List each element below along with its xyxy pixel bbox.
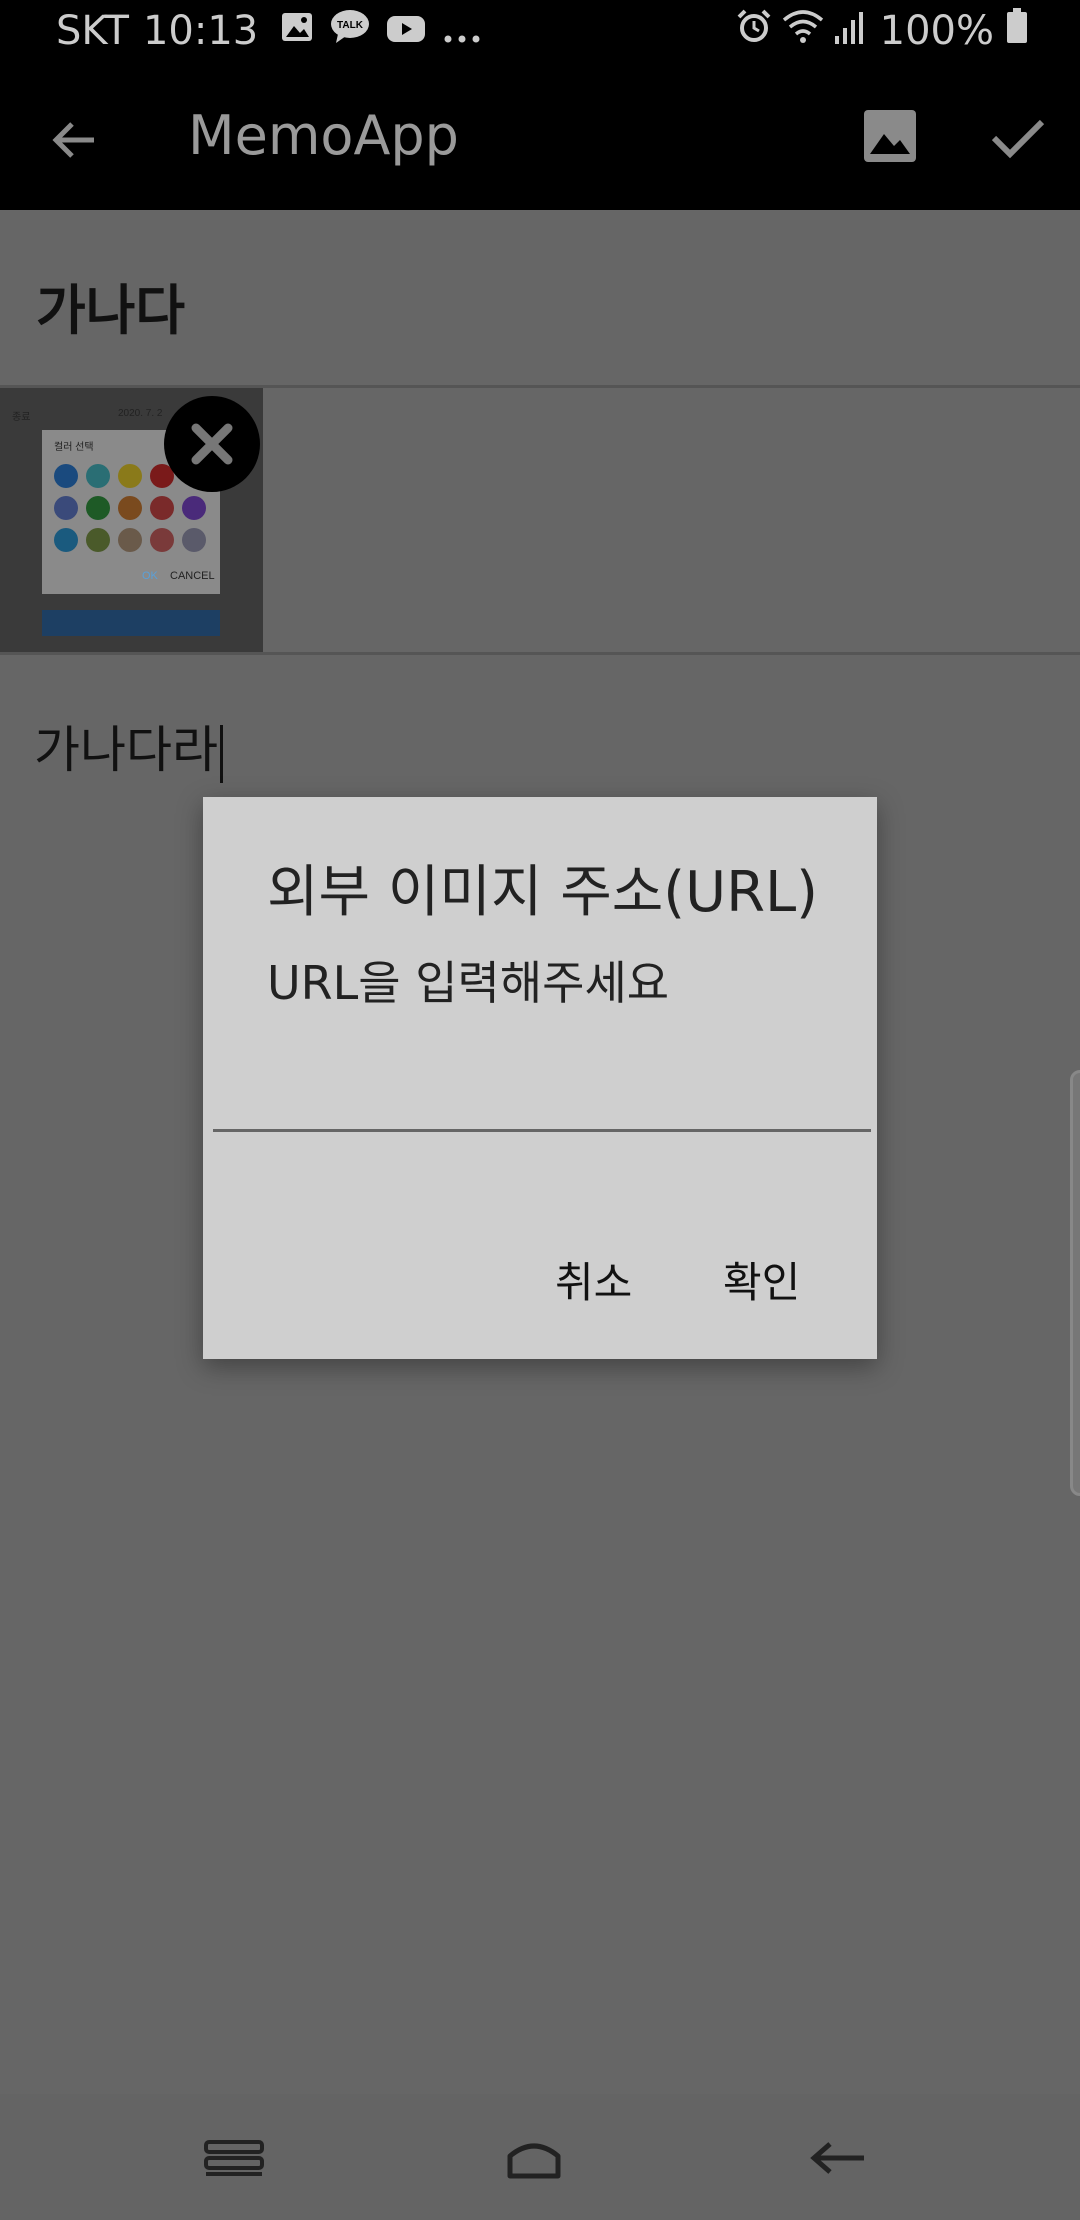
swatch — [182, 496, 206, 520]
memo-body-text: 가나다라 — [34, 721, 218, 779]
url-dialog: 외부 이미지 주소(URL) URL을 입력해주세요 취소 확인 — [203, 797, 877, 1359]
remove-attachment-button[interactable] — [164, 396, 260, 492]
signal-icon — [834, 8, 864, 54]
arrow-left-icon[interactable] — [44, 110, 104, 170]
battery-icon — [1006, 8, 1028, 54]
app-bar: MemoApp — [0, 66, 1080, 210]
recent-apps-icon[interactable] — [204, 2128, 264, 2188]
thumbnail-dialog-label: 컬러 선택 — [54, 442, 94, 453]
more-dots-icon — [442, 8, 482, 54]
battery-percent: 100% — [879, 8, 994, 54]
thumbnail-ok: OK — [142, 570, 158, 582]
swatch — [54, 528, 78, 552]
app-title: MemoApp — [188, 104, 459, 167]
youtube-icon — [386, 8, 426, 54]
clock: 10:13 — [142, 8, 259, 54]
carrier-label: SKT — [56, 8, 129, 54]
swatch — [86, 528, 110, 552]
image-icon[interactable] — [858, 104, 922, 168]
attachment-divider — [0, 652, 1080, 655]
confirm-button[interactable]: 확인 — [723, 1249, 800, 1310]
thumbnail-button-bar — [42, 610, 220, 636]
status-right: 100% — [736, 8, 1038, 54]
swatch — [86, 496, 110, 520]
memo-title[interactable]: 가나다 — [36, 266, 185, 345]
thumbnail-header-date: 2020. 7. 2 — [118, 408, 163, 419]
memo-body[interactable]: 가나다라 — [34, 710, 223, 783]
alarm-icon — [736, 8, 772, 54]
swatch — [54, 496, 78, 520]
swatch — [118, 528, 142, 552]
url-input[interactable] — [213, 1047, 871, 1132]
swatch — [150, 496, 174, 520]
wifi-icon — [782, 8, 824, 54]
thumbnail-header-left: 종료 — [12, 412, 31, 423]
close-icon — [191, 423, 233, 465]
home-icon[interactable] — [504, 2128, 564, 2188]
dialog-message: URL을 입력해주세요 — [267, 956, 670, 1010]
swatch — [118, 496, 142, 520]
check-icon[interactable] — [986, 108, 1050, 168]
edge-panel-handle[interactable] — [1070, 1070, 1080, 1496]
swatch — [86, 464, 110, 488]
kakaotalk-icon: TALK — [330, 8, 370, 54]
dialog-title: 외부 이미지 주소(URL) — [267, 860, 819, 925]
status-left: SKT 10:13 TALK — [56, 8, 498, 54]
navigation-bar — [0, 2094, 1080, 2220]
swatch — [54, 464, 78, 488]
back-icon[interactable] — [806, 2128, 866, 2188]
swatch — [182, 528, 206, 552]
text-cursor — [220, 724, 223, 783]
thumbnail-cancel: CANCEL — [170, 570, 215, 582]
cancel-button[interactable]: 취소 — [555, 1249, 632, 1310]
status-bar: SKT 10:13 TALK 100% — [0, 0, 1080, 66]
swatch — [150, 528, 174, 552]
gallery-icon — [280, 8, 314, 54]
swatch — [118, 464, 142, 488]
kakaotalk-badge-text: TALK — [337, 20, 364, 31]
